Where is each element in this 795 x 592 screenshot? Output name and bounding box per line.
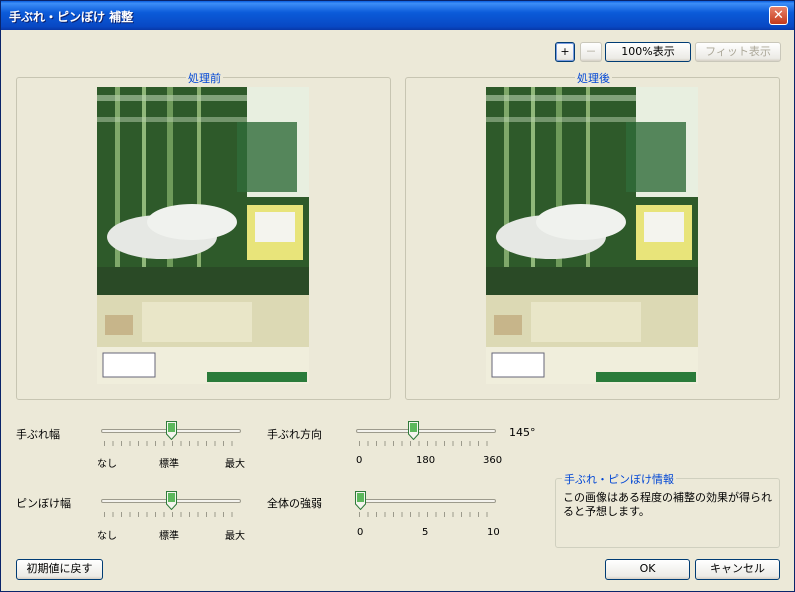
blur-amount-min: なし	[97, 531, 117, 542]
shake-amount-thumb[interactable]	[166, 421, 177, 440]
dialog-window: 手ぶれ・ピンぼけ 補整 ✕ + － 100%表示 フィット表示 処理前 処理後 …	[0, 0, 795, 592]
shake-direction-mid: 180	[416, 455, 436, 466]
after-preview-image	[486, 87, 698, 384]
shake-direction-track[interactable]	[356, 429, 496, 433]
before-panel-label: 処理前	[186, 70, 223, 86]
overall-strength-track[interactable]	[356, 499, 496, 503]
shake-amount-max: 最大	[225, 459, 245, 470]
window-title: 手ぶれ・ピンぼけ 補整	[9, 10, 134, 24]
blur-amount-label: ピンぼけ幅	[16, 497, 71, 510]
overall-strength-max: 10	[487, 527, 500, 538]
preview-image-after	[486, 87, 698, 384]
title-bar[interactable]: 手ぶれ・ピンぼけ 補整 ✕	[1, 1, 794, 30]
shake-amount-ticks	[104, 441, 240, 446]
zoom-out-button[interactable]: －	[580, 42, 602, 62]
fit-button[interactable]: フィット表示	[695, 42, 781, 62]
after-panel-label: 処理後	[575, 70, 612, 86]
blur-amount-ticks	[104, 512, 240, 517]
blur-amount-thumb[interactable]	[166, 491, 177, 510]
close-button[interactable]: ✕	[769, 6, 788, 25]
overall-strength-mid: 5	[422, 527, 429, 538]
shake-direction-ticks	[359, 441, 495, 446]
cancel-button[interactable]: キャンセル	[695, 559, 780, 580]
overall-strength-ticks	[359, 512, 495, 517]
shake-amount-label: 手ぶれ幅	[16, 428, 60, 441]
shake-direction-min: 0	[356, 455, 363, 466]
overall-strength-min: 0	[357, 527, 364, 538]
preview-image-before	[97, 87, 309, 384]
shake-direction-thumb[interactable]	[408, 421, 419, 440]
shake-amount-min: なし	[97, 459, 117, 470]
blur-amount-max: 最大	[225, 531, 245, 542]
blur-amount-mid: 標準	[159, 531, 179, 542]
shake-direction-value: 145°	[509, 426, 536, 439]
shake-direction-max: 360	[483, 455, 503, 466]
shake-amount-mid: 標準	[159, 459, 179, 470]
shake-direction-label: 手ぶれ方向	[267, 428, 322, 441]
before-preview-image	[97, 87, 309, 384]
zoom-in-button[interactable]: +	[555, 42, 575, 62]
info-message: この画像はある程度の補整の効果が得られると予想します。	[563, 491, 772, 518]
overall-strength-thumb[interactable]	[355, 491, 366, 510]
overall-strength-label: 全体の強弱	[267, 497, 322, 510]
info-group-title: 手ぶれ・ピンぼけ情報	[562, 471, 676, 487]
actual-size-button[interactable]: 100%表示	[605, 42, 691, 62]
close-icon: ✕	[773, 8, 784, 23]
reset-button[interactable]: 初期値に戻す	[16, 559, 103, 580]
ok-button[interactable]: OK	[605, 559, 690, 580]
